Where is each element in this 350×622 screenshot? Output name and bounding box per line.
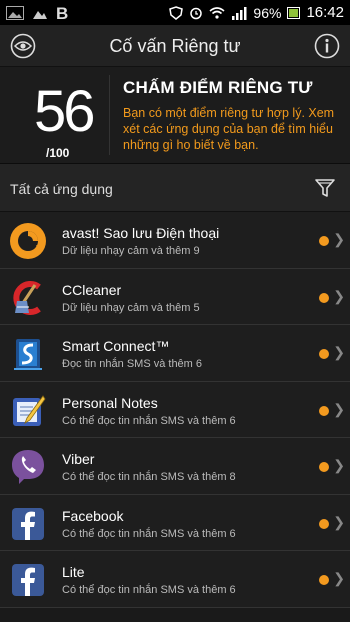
score-description: Bạn có một điểm riêng tư hợp lý. Xem xét…	[123, 106, 335, 152]
alarm-icon	[190, 7, 203, 19]
chevron-right-icon: ❯	[333, 457, 345, 473]
signal-icon	[232, 6, 247, 20]
app-name: Facebook	[62, 507, 124, 524]
app-permissions: Đọc tin nhắn SMS và thêm 6	[62, 358, 203, 370]
action-bar: Cố vấn Riêng tư	[0, 25, 350, 67]
status-dot	[319, 575, 329, 585]
filter-icon[interactable]	[314, 177, 336, 199]
status-bar: B 96% 16:42	[0, 0, 350, 25]
chevron-right-icon: ❯	[333, 513, 345, 530]
status-dot	[319, 349, 329, 359]
app-list: avast! Sao lưu Điện thoại Dữ liệu nhạy c…	[0, 212, 350, 608]
gallery-notification-icon	[6, 5, 24, 20]
chevron-right-icon: ❯	[333, 231, 345, 247]
viber-icon	[12, 450, 44, 484]
filter-bar: Tất cả ứng dụng	[0, 164, 350, 212]
chevron-right-icon: ❯	[333, 570, 345, 586]
app-name: avast! Sao lưu Điện thoại	[62, 225, 220, 241]
ccleaner-icon	[13, 280, 41, 315]
score-denominator: /100	[46, 146, 70, 160]
app-permissions: Có thể đọc tin nhắn SMS và thêm 6	[62, 527, 236, 540]
app-name: Viber	[62, 451, 95, 467]
clock: 16:42	[306, 4, 344, 21]
app-name: CCleaner	[62, 281, 122, 298]
status-dot	[319, 405, 329, 416]
status-dot	[319, 518, 329, 529]
app-name: Smart Connect™	[62, 338, 170, 354]
notes-icon	[13, 394, 46, 426]
score-value: 56	[34, 79, 95, 144]
list-item[interactable]: avast! Sao lưu Điện thoại Dữ liệu nhạy c…	[0, 212, 350, 269]
list-item[interactable]: Smart Connect™ Đọc tin nhắn SMS và thêm …	[0, 325, 350, 382]
list-item[interactable]: Lite Có thể đọc tin nhắn SMS và thêm 6 ❯	[0, 551, 350, 608]
app-permissions: Có thể đọc tin nhắn SMS và thêm 8	[62, 471, 236, 483]
facebook-icon	[12, 507, 44, 540]
list-item[interactable]: Facebook Có thể đọc tin nhắn SMS và thêm…	[0, 494, 350, 551]
chevron-right-icon: ❯	[333, 344, 345, 360]
status-dot	[319, 236, 329, 246]
app-name: Personal Notes	[62, 394, 158, 411]
wifi-icon	[209, 7, 225, 19]
smart-connect-icon	[14, 339, 42, 370]
list-item[interactable]: Personal Notes Có thể đọc tin nhắn SMS v…	[0, 381, 350, 438]
facebook-lite-icon	[12, 564, 44, 596]
score-divider	[109, 75, 110, 155]
chevron-right-icon: ❯	[333, 287, 345, 304]
status-dot	[319, 292, 329, 303]
svg-text:B: B	[56, 5, 68, 21]
app-permissions: Có thể đọc tin nhắn SMS và thêm 6	[62, 584, 236, 596]
page-title: Cố vấn Riêng tư	[109, 36, 241, 56]
app-permissions: Có thể đọc tin nhắn SMS và thêm 6	[62, 414, 236, 427]
status-dot	[319, 462, 329, 472]
privacy-score-panel: 56 /100 CHẤM ĐIỂM RIÊNG TƯ Bạn có một đi…	[0, 67, 350, 164]
chevron-right-icon: ❯	[333, 400, 345, 417]
filter-label[interactable]: Tất cả ứng dụng	[10, 181, 113, 197]
app-permissions: Dữ liệu nhạy cảm và thêm 5	[62, 301, 200, 314]
score-title: CHẤM ĐIỂM RIÊNG TƯ	[123, 78, 313, 97]
battery-icon	[287, 6, 301, 19]
avast-backup-icon	[10, 223, 46, 259]
app-permissions: Dữ liệu nhạy cảm và thêm 9	[62, 245, 200, 257]
picture-notification-icon	[33, 10, 47, 19]
b-notification-icon: B	[56, 5, 68, 21]
avast-shield-icon	[169, 5, 184, 20]
battery-percent: 96%	[253, 4, 282, 21]
app-name: Lite	[62, 564, 85, 580]
info-icon[interactable]	[314, 33, 340, 59]
list-item[interactable]: CCleaner Dữ liệu nhạy cảm và thêm 5 ❯	[0, 268, 350, 325]
list-item[interactable]: Viber Có thể đọc tin nhắn SMS và thêm 8 …	[0, 438, 350, 495]
